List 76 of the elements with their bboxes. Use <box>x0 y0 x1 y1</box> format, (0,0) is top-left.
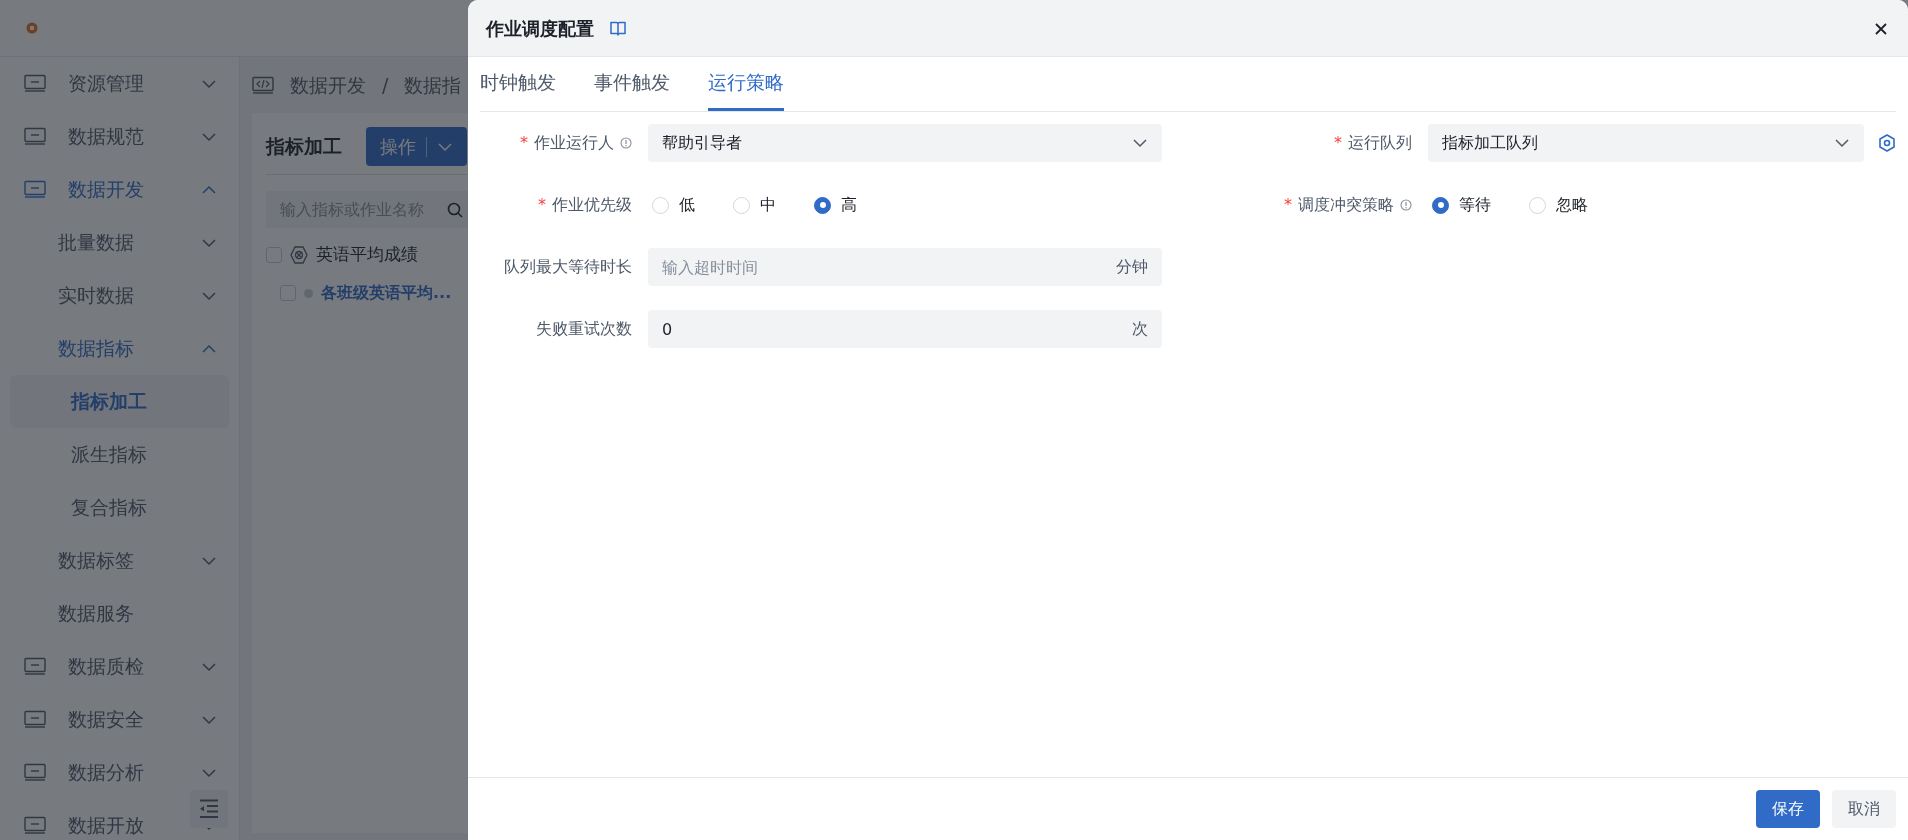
chevron-up-icon <box>201 342 217 355</box>
dialog-title: 作业调度配置 <box>486 16 594 41</box>
chevron-down-icon <box>201 713 217 726</box>
menu-icon <box>199 799 219 819</box>
required-mark: * <box>538 194 546 216</box>
chevron-down-icon <box>201 554 217 567</box>
sidebar-item[interactable]: 复合指标 <box>10 481 229 534</box>
unit-suffix: 次 <box>1132 318 1148 340</box>
field-label: 作业运行人 <box>534 132 614 154</box>
monitor-icon <box>24 710 46 729</box>
chevron-down-icon <box>201 130 217 143</box>
tab[interactable]: 事件触发 <box>594 57 670 111</box>
sidebar-item[interactable]: 实时数据 <box>10 269 229 322</box>
book-icon[interactable] <box>610 20 626 36</box>
field-label: 作业优先级 <box>552 194 632 216</box>
cancel-button[interactable]: 取消 <box>1832 790 1896 828</box>
hexagon-icon <box>290 246 308 264</box>
monitor-icon <box>24 816 46 835</box>
action-button[interactable]: 操作 <box>366 127 467 166</box>
breadcrumb-link[interactable]: 数据开发 <box>290 70 366 100</box>
field-label: 调度冲突策略 <box>1298 194 1394 216</box>
unit-suffix: 分钟 <box>1116 256 1148 278</box>
sidebar-item[interactable]: 资源管理 <box>10 57 229 110</box>
chevron-down-icon <box>201 289 217 302</box>
code-monitor-icon <box>252 75 274 95</box>
monitor-icon <box>24 74 46 93</box>
breadcrumb-link[interactable]: 数据指 <box>404 70 462 100</box>
chevron-down-icon <box>1132 137 1148 149</box>
monitor-icon <box>24 127 46 146</box>
chevron-down-icon <box>201 236 217 249</box>
sidebar-item[interactable]: 批量数据 <box>10 216 229 269</box>
tab[interactable]: 运行策略 <box>708 57 784 111</box>
chevron-down-icon <box>437 140 453 153</box>
sidebar-item[interactable]: 数据开发 <box>10 163 229 216</box>
chevron-down-icon <box>201 766 217 779</box>
sidebar-item[interactable]: 数据服务 <box>10 587 229 640</box>
select-field[interactable]: 指标加工队列 <box>1428 124 1864 162</box>
chevron-down-icon <box>201 77 217 90</box>
search-icon <box>447 201 463 218</box>
collapse-button[interactable] <box>190 790 228 828</box>
radio-option[interactable]: 忽略 <box>1529 193 1588 217</box>
sidebar-item[interactable]: 数据开放 <box>10 799 229 840</box>
chevron-up-icon <box>201 183 217 196</box>
logo-icon <box>26 22 38 34</box>
required-mark: * <box>1334 132 1342 154</box>
tree-item[interactable]: 英语平均成绩 <box>316 242 418 268</box>
sidebar-item[interactable]: 派生指标 <box>10 428 229 481</box>
close-icon <box>1874 21 1888 36</box>
required-mark: * <box>1284 194 1292 216</box>
radio-option[interactable]: 等待 <box>1432 193 1491 217</box>
sidebar-item[interactable]: 数据分析 <box>10 746 229 799</box>
field-label: 队列最大等待时长 <box>504 256 632 278</box>
tree-link[interactable]: 各班级英语平均... <box>321 281 452 305</box>
panel-title: 指标加工 <box>266 134 342 160</box>
monitor-icon <box>24 180 46 199</box>
chevron-down-icon <box>1834 137 1850 149</box>
sidebar-item[interactable]: 数据标签 <box>10 534 229 587</box>
radio-option[interactable]: 高 <box>814 193 857 217</box>
tab[interactable]: 时钟触发 <box>480 57 556 111</box>
field-label: 失败重试次数 <box>536 318 632 340</box>
save-button[interactable]: 保存 <box>1756 790 1820 828</box>
select-field[interactable]: 帮助引导者 <box>648 124 1162 162</box>
chevron-down-icon <box>201 660 217 673</box>
sidebar-item[interactable]: 数据质检 <box>10 640 229 693</box>
monitor-icon <box>24 763 46 782</box>
sidebar-item[interactable]: 指标加工 <box>10 375 229 428</box>
radio-option[interactable]: 低 <box>652 193 695 217</box>
sidebar-item[interactable]: 数据指标 <box>10 322 229 375</box>
monitor-icon <box>24 657 46 676</box>
sidebar-item[interactable]: 数据规范 <box>10 110 229 163</box>
sidebar-item[interactable]: 数据安全 <box>10 693 229 746</box>
settings-icon <box>1878 134 1896 152</box>
required-mark: * <box>520 132 528 154</box>
field-label: 运行队列 <box>1348 132 1412 154</box>
breadcrumb-separator: / <box>382 72 389 98</box>
radio-option[interactable]: 中 <box>733 193 776 217</box>
